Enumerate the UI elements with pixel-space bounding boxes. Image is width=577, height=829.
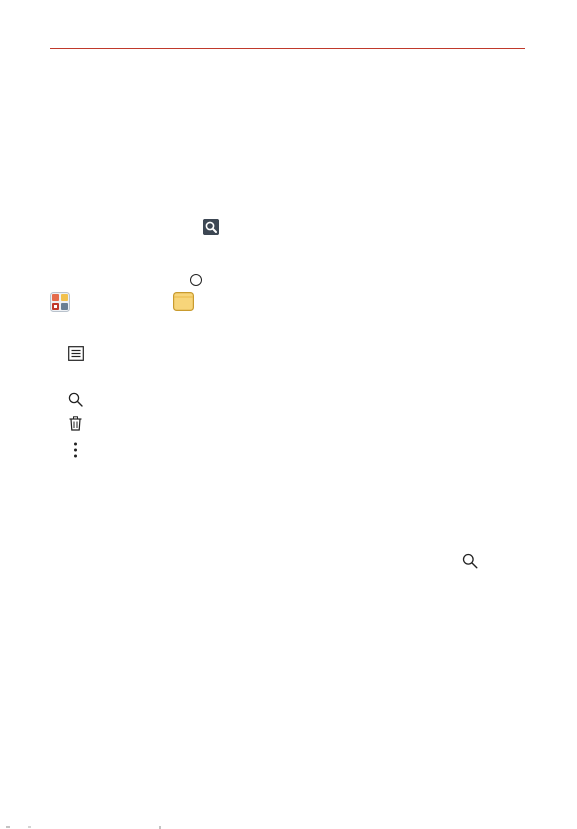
search-icon: [68, 392, 83, 407]
footer-marks: [6, 826, 161, 829]
search-icon: [462, 553, 478, 569]
more-options-icon: [74, 442, 77, 458]
file-app-icon: [173, 292, 194, 311]
search-badge-icon: [203, 219, 219, 235]
home-circle-icon: [190, 274, 202, 286]
header-rule: [50, 48, 525, 49]
list-menu-icon: [68, 346, 84, 361]
trash-icon: [69, 416, 82, 431]
tools-app-icon: [50, 292, 70, 312]
